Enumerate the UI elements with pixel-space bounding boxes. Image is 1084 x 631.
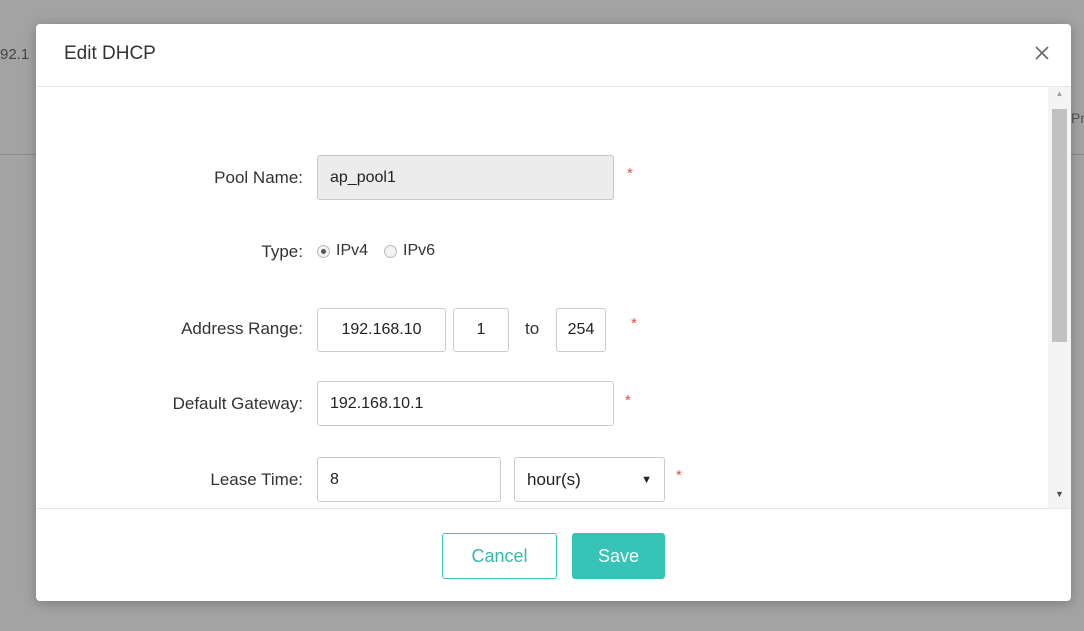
- background-divider-right: [1071, 154, 1084, 155]
- address-range-label: Address Range:: [181, 319, 303, 338]
- background-divider: [0, 154, 36, 155]
- background-text-left: 92.1: [0, 46, 30, 63]
- default-gateway-label: Default Gateway:: [172, 394, 303, 413]
- radio-ipv6-label[interactable]: IPv6: [403, 242, 435, 260]
- scrollbar-thumb[interactable]: [1052, 109, 1067, 342]
- radio-ipv4-label[interactable]: IPv4: [336, 242, 368, 260]
- type-label: Type:: [261, 242, 303, 261]
- cancel-button[interactable]: Cancel: [442, 533, 557, 579]
- close-button[interactable]: [1027, 38, 1057, 68]
- scroll-up-arrow-icon[interactable]: ▲: [1051, 89, 1068, 103]
- save-button[interactable]: Save: [572, 533, 665, 579]
- lease-unit-value: hour(s): [527, 469, 581, 489]
- address-end-input[interactable]: 254: [556, 308, 606, 352]
- dialog-body: Pool Name: ap_pool1 * Type: IPv4 IPv6 Ad…: [36, 87, 1071, 508]
- radio-ipv6[interactable]: [384, 244, 398, 258]
- lease-time-label: Lease Time:: [210, 470, 303, 489]
- pool-name-input[interactable]: ap_pool1: [317, 155, 614, 200]
- dialog-footer: Cancel Save: [36, 508, 1071, 602]
- lease-time-input[interactable]: 8: [317, 457, 501, 502]
- address-prefix-input[interactable]: 192.168.10: [317, 308, 446, 352]
- scroll-down-arrow-icon[interactable]: ▼: [1051, 489, 1068, 503]
- type-radio-group: IPv4 IPv6: [317, 242, 451, 260]
- background-text-right: Pr: [1071, 110, 1084, 126]
- radio-ipv4[interactable]: [317, 244, 330, 258]
- pool-name-required-mark: *: [627, 165, 633, 182]
- lease-unit-select[interactable]: hour(s) ▼: [514, 457, 665, 502]
- address-range-required-mark: *: [631, 315, 637, 332]
- default-gateway-required-mark: *: [625, 392, 631, 409]
- dialog-title: Edit DHCP: [64, 43, 156, 64]
- lease-time-required-mark: *: [676, 467, 682, 484]
- dropdown-arrow-icon: ▼: [641, 473, 652, 486]
- address-start-input[interactable]: 1: [453, 308, 509, 352]
- address-range-to-label: to: [525, 319, 540, 338]
- default-gateway-input[interactable]: 192.168.10.1: [317, 381, 614, 426]
- close-icon: [1035, 46, 1049, 60]
- edit-dhcp-dialog: Edit DHCP Pool Name: ap_pool1 * Type: IP…: [36, 24, 1071, 601]
- dialog-header: Edit DHCP: [36, 24, 1071, 87]
- pool-name-label: Pool Name:: [214, 168, 303, 187]
